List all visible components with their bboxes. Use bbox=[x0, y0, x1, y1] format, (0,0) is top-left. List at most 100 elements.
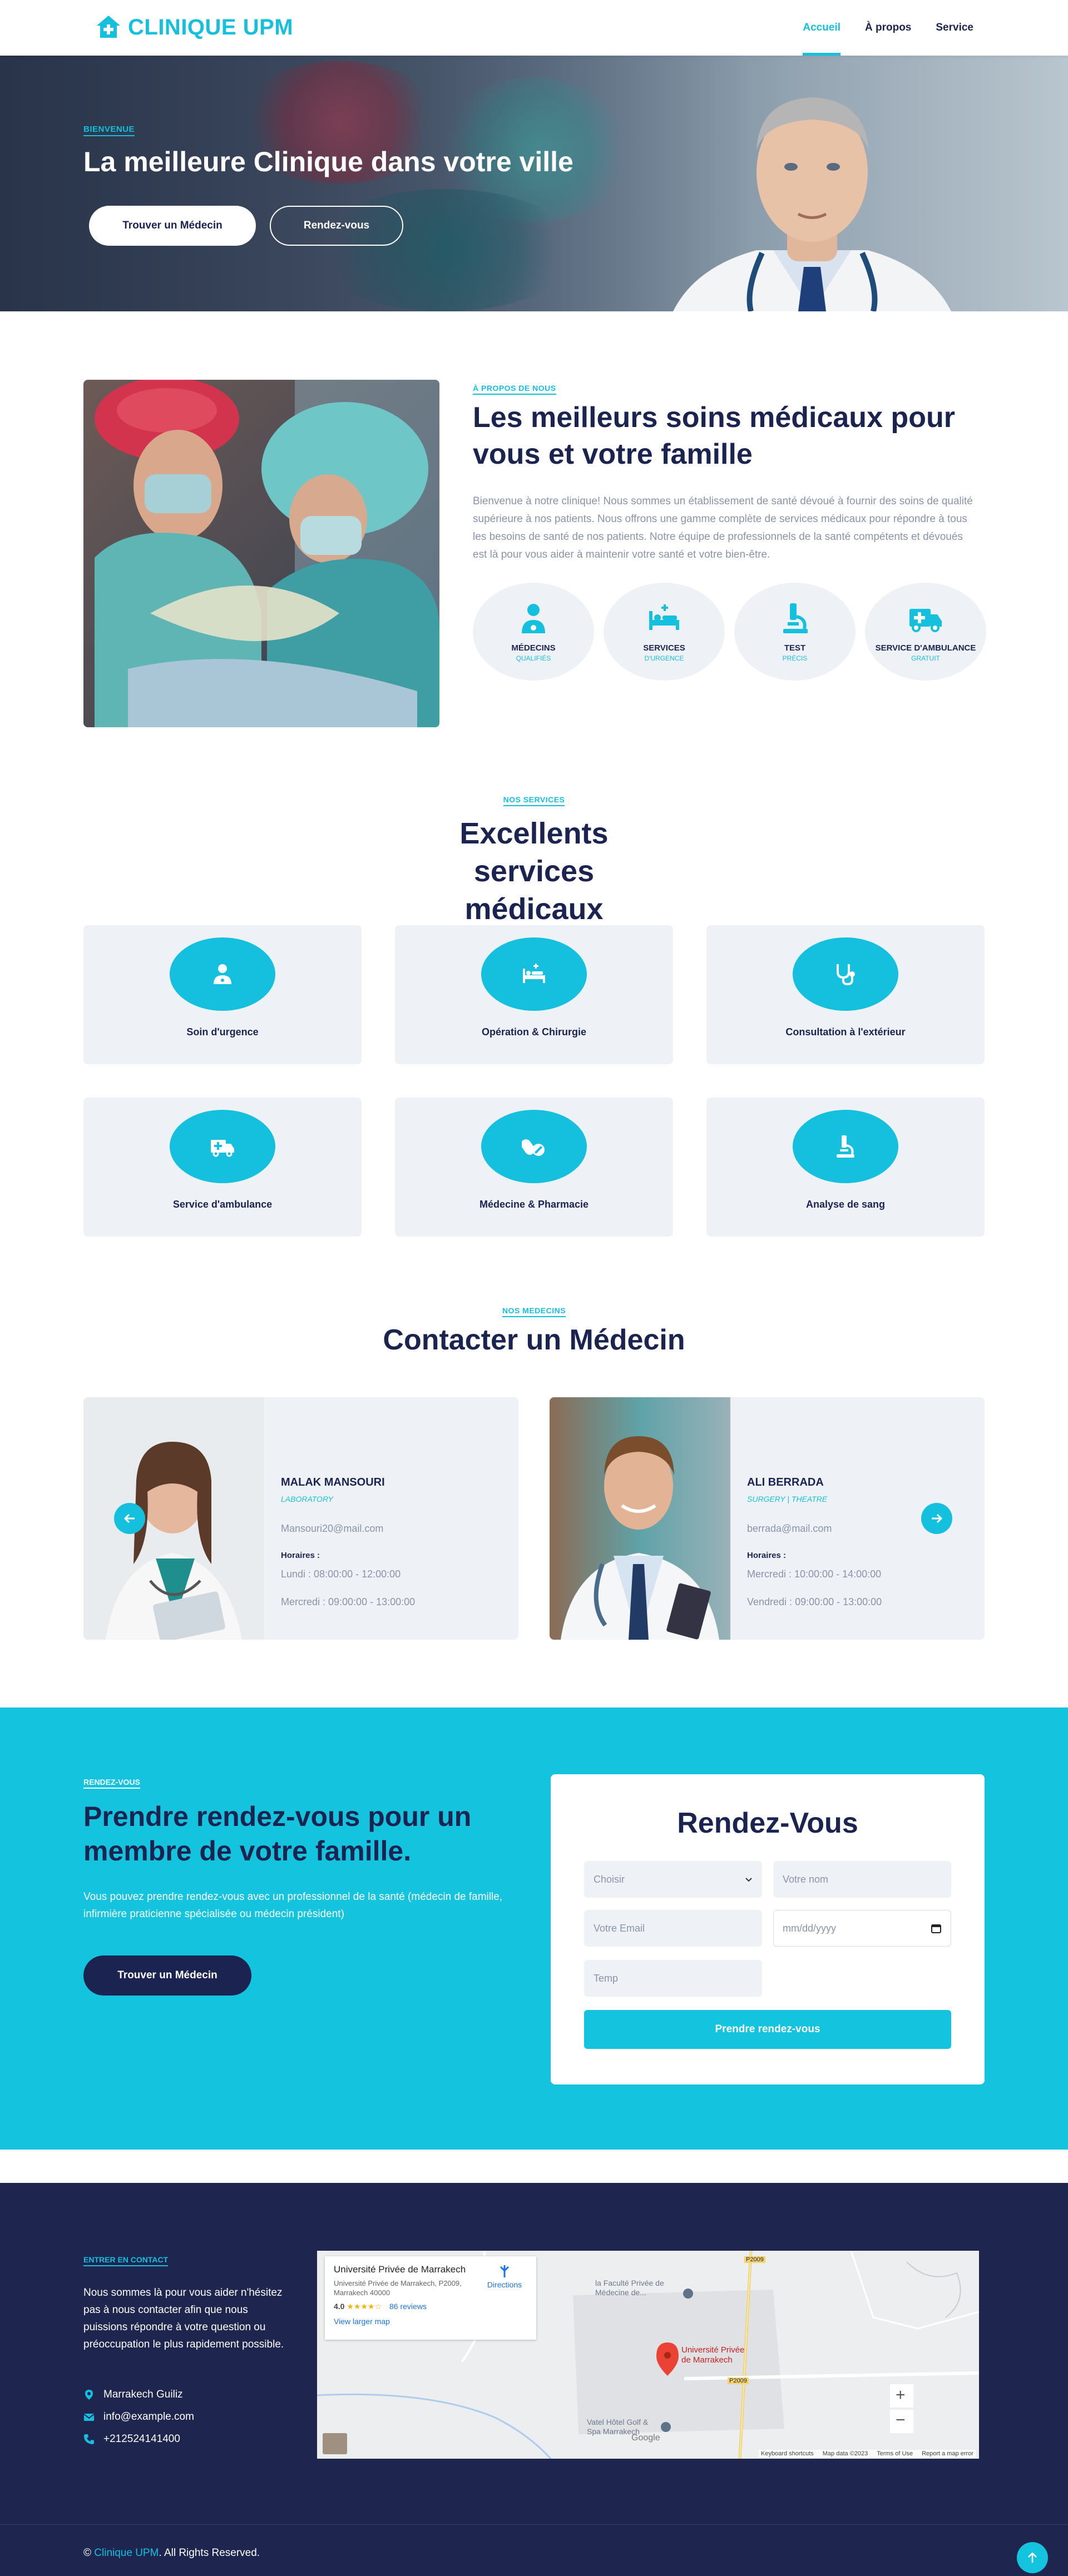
phone-text: +212524141400 bbox=[103, 2433, 180, 2445]
map-place-card: Université Privée de Marrakech Universit… bbox=[325, 2256, 536, 2340]
map-place-address: Université Privée de Marrakech, P2009, M… bbox=[334, 2279, 462, 2297]
doctor-email[interactable]: berrada@mail.com bbox=[747, 1523, 832, 1535]
ambulance-icon bbox=[211, 1140, 234, 1157]
rating-value: 4.0 bbox=[334, 2302, 345, 2311]
time-input[interactable]: Temp bbox=[584, 1960, 762, 1997]
nav-link-accueil[interactable]: Accueil bbox=[803, 0, 840, 56]
rating-stars: ★★★★☆ bbox=[347, 2302, 382, 2311]
service-card-pharmacie[interactable]: Médecine & Pharmacie bbox=[395, 1098, 673, 1237]
email-placeholder: Votre Email bbox=[594, 1922, 645, 1934]
select-value: Choisir bbox=[594, 1873, 625, 1885]
reviews-link[interactable]: 86 reviews bbox=[389, 2302, 427, 2311]
feature-title: MÉDECINS bbox=[511, 643, 556, 653]
brand-logo[interactable]: CLINIQUE UPM bbox=[95, 13, 293, 41]
road-label: P2009 bbox=[744, 2256, 765, 2263]
services-tag-row: NOS SERVICES bbox=[0, 795, 1068, 806]
microscope-icon bbox=[783, 603, 808, 633]
map-attribution: Keyboard shortcuts Map data ©2023 Terms … bbox=[758, 2450, 976, 2458]
copyright-brand-link[interactable]: Clinique UPM bbox=[94, 2547, 159, 2559]
hours-label: Horaires : bbox=[281, 1551, 320, 1560]
about-description: Bienvenue à notre clinique! Nous sommes … bbox=[473, 495, 973, 560]
services-title-text: Excellents services médicaux bbox=[459, 817, 609, 926]
doctors-tag: NOS MEDECINS bbox=[502, 1306, 566, 1317]
name-input[interactable]: Votre nom bbox=[773, 1861, 951, 1898]
appointment-text: Vous pouvez prendre rendez-vous avec un … bbox=[83, 1891, 503, 1920]
brand-name: CLINIQUE UPM bbox=[128, 14, 294, 39]
doctor-icon bbox=[522, 604, 545, 633]
service-card-analyse[interactable]: Analyse de sang bbox=[706, 1098, 985, 1237]
hero-title: La meilleure Clinique dans votre ville bbox=[83, 146, 573, 177]
footer: ENTRER EN CONTACT Nous sommes là pour vo… bbox=[0, 2183, 1068, 2576]
service-icon-bg bbox=[793, 937, 898, 1011]
doctor-hours: Vendredi : 09:00:00 - 13:00:00 bbox=[747, 1596, 882, 1607]
calendar-icon[interactable] bbox=[931, 1923, 942, 1934]
email-input[interactable]: Votre Email bbox=[584, 1910, 762, 1947]
email-text: info@example.com bbox=[103, 2411, 194, 2423]
contact-email[interactable]: info@example.com bbox=[83, 2411, 194, 2423]
envelope-icon bbox=[83, 2414, 95, 2421]
about-title: Les meilleurs soins médicaux pour vous e… bbox=[473, 401, 955, 470]
terms-link[interactable]: Terms of Use bbox=[877, 2450, 913, 2457]
date-input[interactable]: mm/dd/yyyy bbox=[773, 1910, 951, 1947]
ambulance-icon bbox=[909, 609, 942, 632]
doctors-tag-row: NOS MEDECINS bbox=[0, 1306, 1068, 1317]
nav-link-a-propos[interactable]: À propos bbox=[865, 0, 911, 56]
doctor-photo-male bbox=[550, 1397, 730, 1640]
doctor-email[interactable]: Mansouri20@mail.com bbox=[281, 1523, 383, 1535]
feature-sub: QUALIFIÉS bbox=[516, 654, 551, 662]
feature-title: SERVICE D'AMBULANCE bbox=[875, 643, 976, 653]
view-larger-map-link[interactable]: View larger map bbox=[334, 2317, 527, 2326]
doctor-hours: Mercredi : 10:00:00 - 14:00:00 bbox=[747, 1569, 882, 1580]
contact-address: Marrakech Guiliz bbox=[83, 2389, 183, 2401]
directions-button[interactable]: Directions bbox=[485, 2264, 524, 2289]
service-card-consultation[interactable]: Consultation à l'extérieur bbox=[706, 925, 985, 1064]
report-error-link[interactable]: Report a map error bbox=[922, 2450, 973, 2457]
page: CLINIQUE UPM Accueil À propos Service BI… bbox=[0, 0, 1068, 2576]
doctors-title: Contacter un Médecin bbox=[383, 1324, 685, 1356]
doctor-card-mansouri[interactable]: MALAK MANSOURI LABORATORY Mansouri20@mai… bbox=[83, 1397, 518, 1640]
service-card-chirurgie[interactable]: Opération & Chirurgie bbox=[395, 925, 673, 1064]
submit-appointment-button[interactable]: Prendre rendez-vous bbox=[584, 2010, 951, 2049]
zoom-in-button[interactable]: + bbox=[896, 2386, 906, 2405]
copyright-symbol: © bbox=[83, 2547, 91, 2559]
doctor-name: ALI BERRADA bbox=[747, 1476, 824, 1488]
doctor-name: MALAK MANSOURI bbox=[281, 1476, 385, 1488]
doctor-select[interactable]: Choisir bbox=[584, 1861, 762, 1898]
embedded-map[interactable]: Université Privée de Marrakech Universit… bbox=[317, 2251, 979, 2459]
hospital-bed-icon bbox=[649, 604, 679, 630]
doctor-photo-female bbox=[83, 1397, 264, 1640]
appointment-button[interactable]: Rendez-vous bbox=[270, 206, 403, 246]
feature-title: SERVICES bbox=[643, 643, 685, 653]
hospital-bed-icon bbox=[523, 964, 545, 983]
doctor-role: SURGERY | THEATRE bbox=[747, 1495, 828, 1503]
doctor-card-berrada[interactable]: ALI BERRADA SURGERY | THEATRE berrada@ma… bbox=[550, 1397, 985, 1640]
pills-icon bbox=[522, 1139, 545, 1156]
appointment-section: RENDEZ-VOUS Prendre rendez-vous pour un … bbox=[0, 1708, 1068, 2150]
service-card-ambulance[interactable]: Service d'ambulance bbox=[83, 1098, 362, 1237]
find-doctor-button[interactable]: Trouver un Médecin bbox=[89, 206, 256, 246]
zoom-out-button[interactable]: − bbox=[896, 2411, 906, 2430]
find-doctor-button-secondary[interactable]: Trouver un Médecin bbox=[83, 1955, 251, 1996]
service-label: Médecine & Pharmacie bbox=[479, 1199, 589, 1210]
map-data-text: Map data ©2023 bbox=[822, 2450, 868, 2457]
service-icon-bg bbox=[793, 1110, 898, 1183]
chevron-down-icon bbox=[745, 1878, 752, 1882]
map-pin-icon bbox=[85, 2390, 93, 2400]
services-tag: NOS SERVICES bbox=[503, 795, 565, 806]
keyboard-shortcuts-link[interactable]: Keyboard shortcuts bbox=[761, 2450, 814, 2457]
carousel-prev-button[interactable] bbox=[114, 1503, 145, 1534]
form-title: Rendez-Vous bbox=[677, 1807, 858, 1839]
service-label: Opération & Chirurgie bbox=[481, 1026, 586, 1038]
appointment-title: Prendre rendez-vous pour un membre de vo… bbox=[83, 1801, 472, 1867]
contact-phone[interactable]: +212524141400 bbox=[83, 2433, 180, 2445]
carousel-next-button[interactable] bbox=[921, 1503, 952, 1534]
feature-sub: D'URGENCE bbox=[644, 654, 684, 662]
service-icon-bg bbox=[170, 937, 275, 1011]
arrow-right-icon bbox=[932, 1513, 943, 1523]
service-card-urgence[interactable]: Soin d'urgence bbox=[83, 925, 362, 1064]
back-to-top-button[interactable] bbox=[1017, 2542, 1048, 2573]
feature-title: TEST bbox=[784, 643, 806, 653]
feature-accurate-test: TEST PRÉCIS bbox=[734, 583, 856, 681]
nav-link-service[interactable]: Service bbox=[936, 0, 973, 56]
feature-sub: PRÉCIS bbox=[782, 654, 808, 662]
